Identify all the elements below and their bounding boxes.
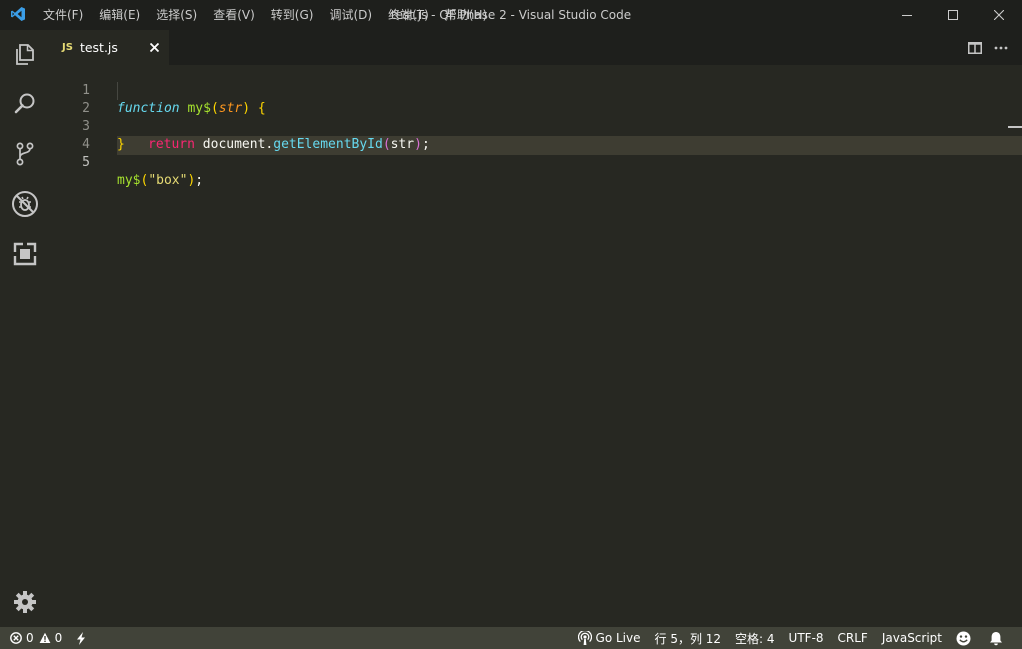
- tab-bar: JS test.js: [50, 30, 1022, 65]
- status-bar-right: Go Live 行 5，列 12 空格: 4 UTF-8 CRLF JavaSc…: [571, 627, 1014, 649]
- go-live-label: Go Live: [595, 631, 641, 645]
- code-line: 3 }: [50, 100, 1010, 152]
- gear-icon: [14, 591, 36, 613]
- minimize-button[interactable]: [884, 0, 930, 30]
- cursor-position[interactable]: 行 5，列 12: [648, 627, 729, 649]
- activity-debug[interactable]: [0, 180, 50, 228]
- lightning-icon: [77, 631, 86, 645]
- activity-extensions[interactable]: [0, 230, 50, 278]
- title-bar: 文件(F) 编辑(E) 选择(S) 查看(V) 转到(G) 调试(D) 终端(T…: [0, 0, 1022, 30]
- tab-close-button[interactable]: [147, 40, 161, 54]
- code-line: 1 function my$(str) {: [50, 64, 1010, 116]
- maximize-icon: [948, 10, 958, 20]
- more-actions-button[interactable]: [988, 35, 1014, 61]
- source-control-icon: [16, 142, 34, 166]
- broadcast-icon: [577, 631, 592, 645]
- explorer-icon: [16, 44, 34, 65]
- code-line: 5 my$("box");: [50, 136, 1010, 188]
- error-icon: [10, 632, 22, 644]
- menu-bar: 文件(F) 编辑(E) 选择(S) 查看(V) 转到(G) 调试(D) 终端(T…: [35, 0, 495, 30]
- notifications-button[interactable]: [982, 627, 1014, 649]
- editor-actions: [962, 30, 1014, 65]
- status-bar-left: 0 0: [10, 627, 97, 649]
- menu-go[interactable]: 转到(G): [263, 0, 322, 30]
- close-window-button[interactable]: [976, 0, 1022, 30]
- code-editor[interactable]: 1 function my$(str) { 2 return document.…: [50, 65, 1022, 627]
- menu-terminal[interactable]: 终端(T): [380, 0, 437, 30]
- line-number: 5: [82, 155, 90, 170]
- menu-view[interactable]: 查看(V): [205, 0, 263, 30]
- flash-button[interactable]: [69, 627, 97, 649]
- tab-label: test.js: [79, 40, 118, 55]
- javascript-file-icon: JS: [62, 42, 73, 53]
- smiley-icon: [956, 631, 971, 645]
- menu-help[interactable]: 帮助(H): [437, 0, 495, 30]
- cursor-position-marker: [1008, 126, 1022, 128]
- close-icon: [994, 10, 1004, 20]
- search-icon: [14, 93, 35, 114]
- warning-icon: [39, 632, 51, 643]
- activity-manage[interactable]: [0, 578, 50, 626]
- menu-edit[interactable]: 编辑(E): [91, 0, 148, 30]
- minimize-icon: [902, 15, 912, 16]
- activity-search[interactable]: [0, 80, 50, 128]
- function-call-token: my$: [117, 173, 141, 188]
- menu-file[interactable]: 文件(F): [35, 0, 91, 30]
- activity-source-control[interactable]: [0, 130, 50, 178]
- overview-ruler[interactable]: [1008, 65, 1022, 627]
- indent-guide: [117, 82, 118, 100]
- menu-debug[interactable]: 调试(D): [321, 0, 380, 30]
- maximize-button[interactable]: [930, 0, 976, 30]
- warning-count: 0: [54, 631, 63, 645]
- activity-explorer[interactable]: [0, 30, 50, 78]
- split-editor-button[interactable]: [962, 35, 988, 61]
- window-controls: [884, 0, 1022, 30]
- problems-indicator[interactable]: 0 0: [10, 627, 69, 649]
- encoding-setting[interactable]: UTF-8: [782, 627, 831, 649]
- bell-icon: [990, 631, 1002, 645]
- go-live-button[interactable]: Go Live: [571, 627, 648, 649]
- code-line: 4: [50, 118, 1010, 152]
- semicolon-token: ;: [195, 173, 204, 188]
- line-source: my$("box");: [117, 172, 203, 190]
- error-count: 0: [26, 631, 34, 645]
- more-icon: [994, 46, 1008, 49]
- vscode-logo-icon: [11, 7, 25, 21]
- activity-bar: [0, 30, 50, 627]
- language-mode[interactable]: JavaScript: [875, 627, 949, 649]
- status-bar: 0 0 Go Live 行 5，列 12 空格: 4 UTF-8 CRLF Ja…: [0, 627, 1022, 649]
- split-editor-icon: [968, 41, 982, 54]
- menu-selection[interactable]: 选择(S): [148, 0, 205, 30]
- extensions-icon: [13, 242, 37, 266]
- eol-setting[interactable]: CRLF: [831, 627, 875, 649]
- tab-test-js[interactable]: JS test.js: [50, 30, 169, 65]
- close-icon: [149, 42, 159, 52]
- string-token: "box": [148, 173, 188, 188]
- code-line: 2 return document.getElementById(str);: [50, 82, 1010, 152]
- indentation-setting[interactable]: 空格: 4: [728, 627, 782, 649]
- feedback-button[interactable]: [949, 627, 982, 649]
- debug-icon: [12, 191, 38, 217]
